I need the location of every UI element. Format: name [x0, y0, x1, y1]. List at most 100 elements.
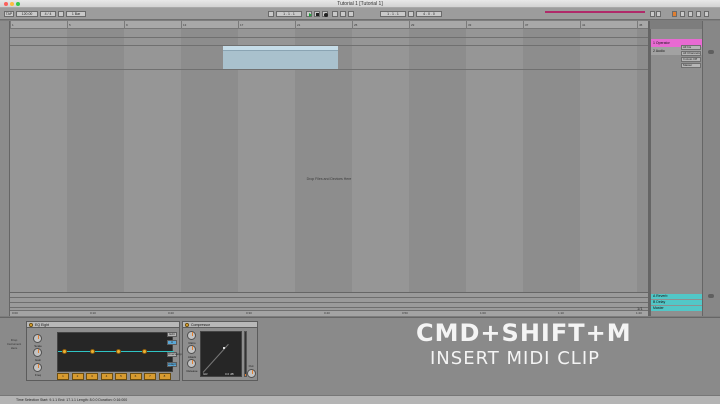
- key-button[interactable]: [696, 11, 701, 17]
- midi-map-button[interactable]: [656, 11, 661, 17]
- tempo-field[interactable]: 120.00: [16, 11, 38, 17]
- loop-start-field[interactable]: 1 . 1 . 1: [380, 11, 406, 17]
- return-name: Master: [653, 306, 664, 310]
- time-ruler-label: 0:10: [90, 311, 96, 315]
- device-power-icon[interactable]: [29, 323, 33, 327]
- ratio-knob[interactable]: [187, 331, 196, 340]
- time-signature-field[interactable]: 4 / 4: [40, 11, 56, 17]
- ruler-label: 1: [12, 23, 14, 27]
- time-ruler-label: 0:20: [168, 311, 174, 315]
- midi-button[interactable]: [704, 11, 709, 17]
- automation-arm-button[interactable]: [340, 11, 346, 17]
- compressor-transfer-display[interactable]: GR 0.0 dB: [200, 331, 242, 377]
- return-track-reverb[interactable]: A Reverb: [651, 294, 703, 299]
- loop-length-field[interactable]: 4 . 0 . 0: [416, 11, 442, 17]
- song-position-field[interactable]: 1 . 1 . 1: [276, 11, 302, 17]
- ruler-tick: 41: [580, 21, 585, 29]
- device-power-icon[interactable]: [185, 323, 189, 327]
- output-menu[interactable]: Master: [681, 63, 701, 68]
- zoom-display[interactable]: 1/1: [637, 306, 643, 311]
- shortcut-description: INSERT MIDI CLIP: [430, 348, 600, 369]
- input-channel-menu[interactable]: All Channels: [681, 51, 701, 56]
- window-title: Tutorial 1 [Tutorial 1]: [337, 1, 383, 7]
- attack-knob[interactable]: [187, 345, 196, 354]
- ruler-label: 33: [468, 23, 472, 27]
- vertical-scrollbar-thumb[interactable]: [708, 50, 714, 54]
- time-ruler-label: 0:30: [246, 311, 252, 315]
- monitor-switch[interactable]: In Auto Off: [681, 57, 701, 62]
- ruler-tick: 17: [238, 21, 243, 29]
- master-track[interactable]: Master: [651, 306, 703, 311]
- output-readout: 0.0 dB: [225, 372, 234, 376]
- time-ruler-label: 1:10: [558, 311, 564, 315]
- beat-time-ruler[interactable]: 1 5 9 13 17 21 25 29 33 37 41 45: [10, 21, 648, 29]
- track-lane-divider: [10, 37, 648, 38]
- output-knob[interactable]: [247, 369, 256, 378]
- compressor-device[interactable]: Compressor Ratio Attack Release GR 0.0 d…: [182, 321, 258, 381]
- track-lane-divider: [10, 69, 648, 70]
- ruler-tick: 37: [523, 21, 528, 29]
- return-track-delay[interactable]: B Delay: [651, 300, 703, 305]
- eq-spectrum-display[interactable]: [57, 332, 174, 372]
- gain-knob[interactable]: [33, 348, 42, 357]
- time-ruler-label: 1:00: [480, 311, 486, 315]
- stop-button[interactable]: [314, 11, 320, 17]
- loop-region[interactable]: [223, 45, 338, 69]
- gain-reduction-meter: [244, 331, 247, 377]
- time-ruler[interactable]: 0:00 0:10 0:20 0:30 0:40 0:50 1:00 1:10 1:20: [10, 310, 648, 316]
- knob-label: Gain: [34, 358, 42, 362]
- freq-knob[interactable]: [33, 363, 42, 372]
- adaptive-q-button[interactable]: Adapt. Q: [167, 362, 177, 369]
- session-record-button[interactable]: [348, 11, 354, 17]
- eq-band-toggle[interactable]: 4: [100, 373, 113, 380]
- ruler-label: 5: [69, 23, 71, 27]
- eq-band-toggle[interactable]: 5: [115, 373, 127, 380]
- overdub-button[interactable]: [332, 11, 338, 17]
- key-map-button[interactable]: [650, 11, 655, 17]
- return-name: B Delay: [653, 300, 666, 304]
- play-button[interactable]: [306, 11, 312, 17]
- eq-band-toggle[interactable]: 2: [71, 373, 84, 380]
- ruler-label: 9: [126, 23, 128, 27]
- eq-band-toggle[interactable]: 6: [129, 373, 142, 380]
- time-ruler-label: 1:20: [636, 311, 642, 315]
- ruler-label: 17: [240, 23, 244, 27]
- knob-label: Release: [186, 369, 198, 373]
- eq-band-node[interactable]: [116, 349, 121, 354]
- midi-in-indicator: [680, 11, 685, 17]
- arrangement-left-strip: [0, 21, 10, 316]
- device-title[interactable]: Compressor: [183, 322, 257, 328]
- vertical-scrollbar-thumb-lower[interactable]: [708, 294, 714, 298]
- eq-band-toggle[interactable]: 7: [144, 373, 156, 380]
- eq-band-toggle[interactable]: 3: [86, 373, 98, 380]
- metronome-button[interactable]: [58, 11, 64, 17]
- knob-label: Freq: [34, 373, 42, 377]
- tap-tempo-button[interactable]: TAP: [4, 11, 14, 17]
- shortcut-caption: CMD+SHIFT+M: [416, 319, 632, 347]
- threshold-point[interactable]: [223, 347, 225, 349]
- lane-divider: [10, 302, 648, 303]
- eq-band-toggle[interactable]: 1: [57, 373, 69, 380]
- transport-bar: TAP 120.00 4 / 4 1 Bar 1 . 1 . 1 1 . 1 .…: [0, 8, 720, 20]
- ruler-label: 45: [639, 23, 643, 27]
- eq-eight-device[interactable]: EQ Eight Scale Gain Freq 12345678 Edit A…: [26, 321, 187, 381]
- eq-band-node[interactable]: [90, 349, 95, 354]
- status-bar: Time Selection Start: 9.1.1 End: 17.1.1 …: [0, 395, 720, 404]
- device-title[interactable]: EQ Eight: [27, 322, 179, 328]
- record-button[interactable]: [322, 11, 328, 17]
- eq-edit-button[interactable]: Edit: [167, 332, 177, 337]
- input-type-menu[interactable]: All Ins: [681, 45, 701, 50]
- quantize-menu[interactable]: 1 Bar: [66, 11, 86, 17]
- release-knob[interactable]: [187, 359, 196, 368]
- eq-band-toggle[interactable]: 8: [158, 373, 171, 380]
- scale-knob[interactable]: [33, 334, 42, 343]
- gr-readout: GR: [203, 372, 208, 376]
- oversampling-button[interactable]: Oversampling: [167, 352, 187, 357]
- eq-band-node[interactable]: [62, 349, 67, 354]
- follow-button[interactable]: [268, 11, 274, 17]
- eq-a-button[interactable]: A: [167, 340, 177, 345]
- arrangement-view[interactable]: Drop Files and Devices Here: [10, 29, 648, 292]
- loop-switch[interactable]: [408, 11, 414, 17]
- eq-band-node[interactable]: [142, 349, 147, 354]
- ruler-label: 29: [411, 23, 415, 27]
